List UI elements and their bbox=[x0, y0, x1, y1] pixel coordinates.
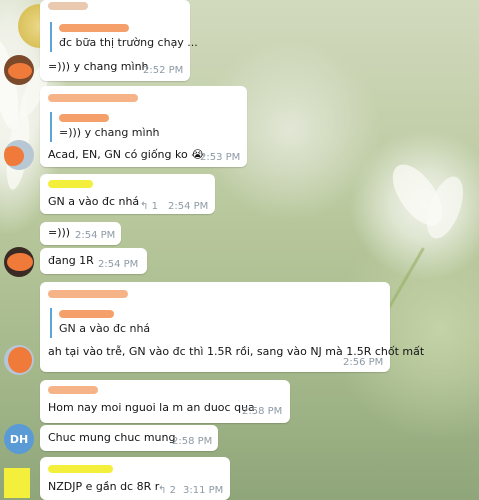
quote-text: =))) y chang mình bbox=[59, 126, 160, 139]
quote-sender-redacted bbox=[59, 22, 198, 35]
reply-counter[interactable]: ↰ 2 bbox=[158, 485, 176, 496]
reply-quote[interactable]: đc bữa thị trường chạy ... bbox=[50, 22, 198, 52]
message-time: 2:52 PM bbox=[143, 65, 184, 76]
avatar[interactable] bbox=[4, 345, 34, 375]
sender-name-redacted bbox=[48, 94, 138, 102]
message-time: 2:54 PM bbox=[98, 259, 139, 270]
message-text: NZDJP e gần dc 8R r bbox=[48, 480, 160, 493]
reply-quote[interactable]: GN a vào đc nhá bbox=[50, 308, 150, 338]
sender-name-redacted bbox=[48, 465, 113, 473]
message-time: 3:11 PM bbox=[183, 485, 224, 496]
message-text: Chuc mung chuc mung bbox=[48, 431, 176, 444]
reply-count: 1 bbox=[151, 201, 158, 212]
message-bubble[interactable]: Hom nay moi nguoi la m an duoc qua 2:58 … bbox=[40, 380, 290, 423]
message-time: 2:58 PM bbox=[242, 406, 283, 417]
reply-quote[interactable]: =))) y chang mình bbox=[50, 112, 160, 142]
avatar[interactable] bbox=[4, 140, 34, 170]
message-bubble[interactable]: đc bữa thị trường chạy ... =))) y chang … bbox=[40, 0, 198, 81]
message-bubble[interactable]: =))) 2:54 PM bbox=[40, 222, 121, 245]
message-time: 2:53 PM bbox=[200, 152, 241, 163]
reply-arrow-icon: ↰ bbox=[158, 485, 167, 496]
message-bubble[interactable]: NZDJP e gần dc 8R r ↰ 2 3:11 PM bbox=[40, 457, 230, 500]
avatar[interactable]: DH bbox=[4, 424, 34, 454]
avatar[interactable] bbox=[4, 468, 30, 498]
message-text: =))) y chang mình bbox=[48, 60, 149, 73]
quote-text: GN a vào đc nhá bbox=[59, 322, 151, 335]
message-text: đang 1R bbox=[48, 254, 94, 267]
reply-count: 2 bbox=[169, 485, 176, 496]
sender-name-redacted bbox=[48, 290, 128, 298]
message-time: 2:56 PM bbox=[343, 357, 384, 368]
sender-name-redacted bbox=[48, 2, 88, 10]
reply-arrow-icon: ↰ bbox=[140, 201, 149, 212]
sender-name-redacted bbox=[48, 180, 93, 188]
quote-sender-redacted bbox=[59, 308, 150, 321]
message-text: Hom nay moi nguoi la m an duoc qua bbox=[48, 401, 255, 414]
quote-sender-redacted bbox=[59, 112, 160, 125]
message-text: GN a vào đc nhá bbox=[48, 195, 140, 208]
message-text: Acad, EN, GN có giống ko 😭 bbox=[48, 148, 205, 161]
message-bubble[interactable]: GN a vào đc nhá ↰ 1 2:54 PM bbox=[40, 174, 215, 214]
message-time: 2:54 PM bbox=[75, 230, 116, 241]
message-bubble[interactable]: đang 1R 2:54 PM bbox=[40, 248, 147, 274]
sender-name-redacted bbox=[48, 386, 98, 394]
reply-counter[interactable]: ↰ 1 bbox=[140, 201, 158, 212]
message-time: 2:58 PM bbox=[172, 436, 213, 447]
avatar[interactable] bbox=[4, 247, 34, 277]
avatar[interactable] bbox=[4, 55, 34, 85]
quote-text: đc bữa thị trường chạy ... bbox=[59, 36, 198, 49]
message-bubble[interactable]: GN a vào đc nhá ah tại vào trễ, GN vào đ… bbox=[40, 282, 424, 372]
avatar-initials: DH bbox=[9, 432, 29, 446]
message-text: =))) bbox=[48, 226, 71, 239]
message-bubble[interactable]: Chuc mung chuc mung 2:58 PM bbox=[40, 425, 218, 451]
message-bubble[interactable]: =))) y chang mình Acad, EN, GN có giống … bbox=[40, 86, 247, 167]
message-time: 2:54 PM bbox=[168, 201, 209, 212]
